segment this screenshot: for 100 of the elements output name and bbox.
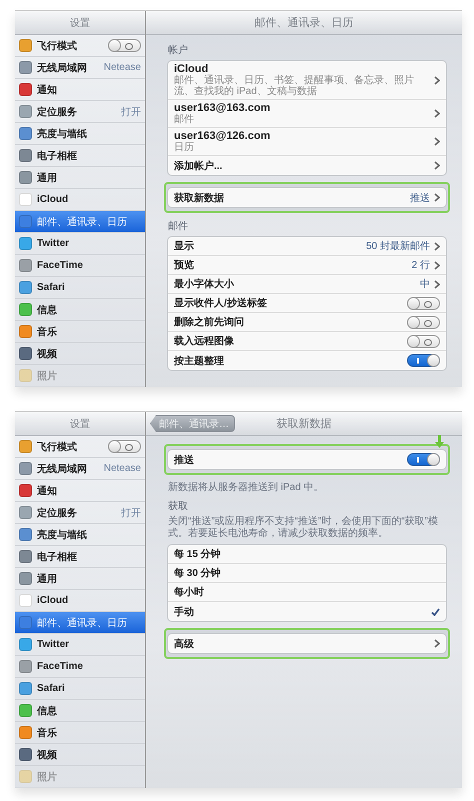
sidebar-item[interactable]: 视频 [15, 343, 145, 365]
settings-row[interactable]: user163@163.com 邮件 [168, 100, 446, 128]
sidebar-item[interactable]: 通用 [15, 167, 145, 189]
sidebar-title: 设置 [15, 11, 145, 35]
settings-row[interactable]: 显示 50 封最新邮件 [168, 237, 446, 256]
sidebar-item[interactable]: 定位服务 打开 [15, 502, 145, 524]
sidebar-item[interactable]: 亮度与墙纸 [15, 123, 145, 145]
app-icon [19, 572, 32, 585]
toggle-switch[interactable] [108, 440, 141, 453]
settings-row[interactable]: 按主题整理 [168, 351, 446, 370]
app-icon [19, 770, 32, 783]
settings-row[interactable]: 手动 [168, 602, 446, 621]
settings-row[interactable]: 高级 [168, 634, 446, 653]
sidebar-item[interactable]: Safari [15, 277, 145, 299]
app-icon [19, 616, 32, 629]
app-icon [19, 171, 32, 184]
settings-row[interactable]: 删除之前先询问 [168, 313, 446, 332]
sidebar-item[interactable]: 飞行模式 [15, 35, 145, 57]
chevron-icon [434, 161, 440, 170]
sidebar-title: 设置 [15, 412, 145, 436]
app-icon [19, 462, 32, 475]
app-icon [19, 39, 32, 52]
sidebar-item[interactable]: 电子相框 [15, 145, 145, 167]
settings-row[interactable]: 载入远程图像 [168, 332, 446, 351]
toggle-switch[interactable] [407, 334, 440, 348]
app-icon [19, 237, 32, 250]
toggle-switch[interactable] [407, 354, 440, 367]
settings-row[interactable]: 显示收件人/抄送标签 [168, 294, 446, 313]
settings-row[interactable]: 每 15 分钟 [168, 545, 446, 564]
app-icon [19, 484, 32, 497]
chevron-icon [434, 280, 440, 288]
sidebar-item[interactable]: 定位服务 打开 [15, 101, 145, 123]
settings-row[interactable]: iCloud 邮件、通讯录、日历、书签、提醒事项、备忘录、照片流、查找我的 iPad、文稿与数据 [168, 61, 446, 100]
settings-row[interactable]: user163@126.com 日历 [168, 128, 446, 156]
sidebar-item[interactable]: Safari [15, 678, 145, 700]
sidebar-item[interactable]: 音乐 [15, 321, 145, 343]
app-icon [19, 682, 32, 695]
toggle-switch[interactable] [407, 316, 440, 328]
app-icon [19, 594, 32, 607]
sidebar-item[interactable]: 亮度与墙纸 [15, 524, 145, 546]
sidebar-item[interactable]: 信息 [15, 299, 145, 321]
sidebar-item[interactable]: 无线局域网 Netease [15, 57, 145, 79]
sidebar-item[interactable]: Twitter [15, 634, 145, 656]
chevron-icon [434, 242, 440, 250]
sidebar-item[interactable]: 通知 [15, 79, 145, 101]
app-icon [19, 105, 32, 118]
chevron-icon [434, 193, 440, 202]
app-icon [19, 704, 32, 717]
app-icon [19, 347, 32, 360]
app-icon [19, 550, 32, 563]
settings-row[interactable]: 添加帐户... [168, 156, 446, 175]
sidebar-item[interactable]: 通知 [15, 480, 145, 502]
settings-row[interactable]: 每 30 分钟 [168, 564, 446, 583]
app-icon [19, 325, 32, 338]
app-icon [19, 83, 32, 96]
sidebar-item[interactable]: 电子相框 [15, 546, 145, 568]
sidebar-item[interactable]: 邮件、通讯录、日历 [15, 612, 145, 634]
app-icon [19, 149, 32, 162]
chevron-icon [434, 137, 440, 146]
app-icon [19, 660, 32, 673]
sidebar-item[interactable]: 音乐 [15, 722, 145, 744]
section-footer: 新数据将从服务器推送到 iPad 中。 [164, 478, 450, 496]
sidebar-item[interactable]: 飞行模式 [15, 436, 145, 458]
sidebar-item[interactable]: 通用 [15, 568, 145, 590]
app-icon [19, 259, 32, 272]
app-icon [19, 215, 32, 228]
app-icon [19, 303, 32, 316]
screen-title: 获取新数据 [276, 416, 332, 431]
screen-title: 邮件、通讯录、日历 [254, 16, 354, 30]
chevron-icon [434, 76, 440, 84]
toggle-switch[interactable] [108, 39, 141, 52]
app-icon [19, 528, 32, 541]
toggle-switch[interactable] [407, 453, 440, 466]
section-header: 邮件 [167, 220, 189, 234]
settings-row[interactable]: 每小时 [168, 583, 446, 602]
sidebar-item[interactable]: 信息 [15, 700, 145, 722]
settings-row[interactable]: 获取新数据 推送 [168, 188, 446, 207]
app-icon [19, 61, 32, 74]
sidebar-item[interactable]: FaceTime [15, 656, 145, 678]
chevron-icon [434, 109, 440, 118]
settings-row[interactable]: 预览 2 行 [168, 256, 446, 275]
toggle-switch[interactable] [407, 296, 440, 310]
app-icon [19, 748, 32, 761]
app-icon [19, 638, 32, 651]
section-header: 获取 [167, 500, 189, 514]
app-icon [19, 440, 32, 453]
section-header: 帐户 [167, 44, 189, 58]
app-icon [19, 506, 32, 519]
sidebar-item[interactable]: 无线局域网 Netease [15, 458, 145, 480]
sidebar-item[interactable]: FaceTime [15, 255, 145, 277]
sidebar-item[interactable]: Twitter [15, 233, 145, 255]
app-icon [19, 193, 32, 206]
section-note: 关闭“推送”或应用程序不支持“推送”时，会使用下面的“获取”模式。若要延长电池寿命，请减少获取数据的频率。 [167, 516, 439, 541]
sidebar-item[interactable]: 邮件、通讯录、日历 [15, 211, 145, 233]
sidebar-item[interactable]: 视频 [15, 744, 145, 766]
settings-row[interactable]: 推送 [168, 450, 446, 469]
app-icon [19, 127, 32, 140]
app-icon [19, 726, 32, 739]
app-icon [19, 281, 32, 294]
settings-row[interactable]: 最小字体大小 中 [168, 275, 446, 294]
